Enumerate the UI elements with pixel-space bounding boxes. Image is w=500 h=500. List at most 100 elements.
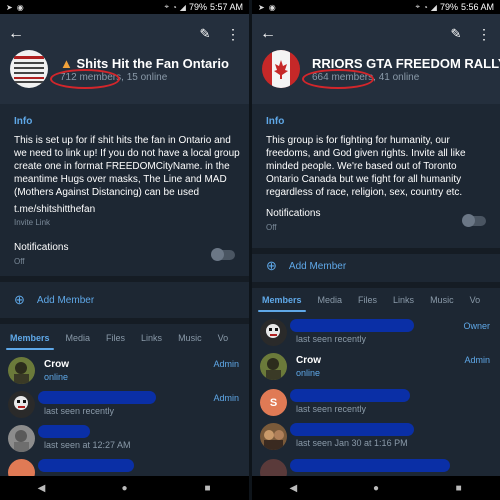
member-role-badge: Admin xyxy=(464,355,490,365)
member-avatar xyxy=(260,319,287,346)
redacted-name xyxy=(38,391,156,404)
member-role-badge: Admin xyxy=(213,393,239,403)
member-role-badge: Admin xyxy=(213,359,239,369)
tab-members[interactable]: Members xyxy=(6,333,53,350)
tab-links[interactable]: Links xyxy=(393,295,414,305)
add-member-section: ⊕ Add Member xyxy=(0,282,249,318)
location-icon: ⌖ xyxy=(415,2,420,11)
highlight-circle xyxy=(50,69,120,89)
member-row[interactable]: last seen Jan 30 at 1:16 PM xyxy=(252,420,500,452)
member-avatar xyxy=(8,357,35,384)
add-member-label: Add Member xyxy=(36,294,95,306)
left-screen: ➤ ◉ ⌖ ◔ ◢ 79% 5:57 AM ← ✎ ⋮ ▲ Shits Hit … xyxy=(0,0,249,500)
member-name: Crow xyxy=(296,355,321,366)
nav-home-icon[interactable]: ● xyxy=(117,480,133,496)
back-arrow-icon[interactable]: ← xyxy=(8,24,28,44)
add-member-section: ⊕ Add Member xyxy=(252,254,500,284)
android-nav-bar: ◀ ● ■ xyxy=(0,476,249,500)
tab-media[interactable]: Media xyxy=(66,333,91,343)
tab-music[interactable]: Music xyxy=(430,295,454,305)
tab-voice[interactable]: Vo xyxy=(218,333,229,343)
notifications-value: Off xyxy=(266,223,277,232)
tab-links[interactable]: Links xyxy=(141,333,162,343)
more-options-icon[interactable]: ⋮ xyxy=(223,24,243,44)
tab-files[interactable]: Files xyxy=(106,333,125,343)
wifi-icon: ◔ xyxy=(422,2,428,12)
android-nav-bar: ◀ ● ■ xyxy=(252,476,500,500)
invite-link-label: Invite Link xyxy=(14,218,51,227)
notification-icon: ◉ xyxy=(16,2,24,12)
edit-pencil-icon[interactable]: ✎ xyxy=(195,24,215,44)
add-member-button[interactable]: ⊕ Add Member xyxy=(266,258,346,274)
member-status: last seen recently xyxy=(296,404,367,414)
redacted-name xyxy=(290,459,450,472)
battery-level: 79% xyxy=(188,2,207,12)
member-row[interactable]: last seen recently Admin xyxy=(0,388,249,420)
member-avatar: S xyxy=(260,389,287,416)
redacted-name xyxy=(38,459,134,472)
member-row[interactable]: Crow online Admin xyxy=(252,350,500,382)
member-status: online xyxy=(44,372,69,382)
signal-icon: ◢ xyxy=(430,2,437,12)
add-member-button[interactable]: ⊕ Add Member xyxy=(14,292,94,308)
group-header: ← ✎ ⋮ RRIORS GTA FREEDOM RALLY W 664 mem… xyxy=(252,14,500,104)
notifications-label: Notifications xyxy=(14,242,69,253)
telegram-notification-icon: ➤ xyxy=(258,2,265,12)
member-avatar xyxy=(8,425,35,452)
edit-pencil-icon[interactable]: ✎ xyxy=(446,24,466,44)
info-heading: Info xyxy=(266,116,285,127)
member-status: online xyxy=(296,368,321,378)
section-divider xyxy=(0,318,249,324)
redacted-name xyxy=(290,319,414,332)
battery-level: 79% xyxy=(439,2,458,12)
member-row[interactable]: last seen recently Owner xyxy=(252,316,500,348)
media-tabs: Members Media Files Links Music Vo xyxy=(0,326,249,350)
right-screen: ➤ ◉ ⌖ ◔ ◢ 79% 5:56 AM ← ✎ ⋮ RRIORS GTA F… xyxy=(252,0,500,500)
member-avatar xyxy=(8,391,35,418)
member-initial: S xyxy=(269,396,278,409)
redacted-name xyxy=(38,425,90,438)
group-description: This is set up for if shit hits the fan … xyxy=(14,135,240,198)
member-row[interactable]: last seen at 12:27 AM xyxy=(0,422,249,454)
member-avatar xyxy=(260,353,287,380)
member-status: last seen Jan 30 at 1:16 PM xyxy=(296,438,408,448)
member-name: Crow xyxy=(44,359,69,370)
tab-files[interactable]: Files xyxy=(358,295,377,305)
nav-recents-icon[interactable]: ■ xyxy=(451,480,467,496)
notification-icon: ◉ xyxy=(268,2,276,12)
group-avatar[interactable] xyxy=(262,50,300,88)
add-user-icon: ⊕ xyxy=(14,292,25,307)
wifi-icon: ◔ xyxy=(171,2,177,12)
status-bar: ➤ ◉ ⌖ ◔ ◢ 79% 5:57 AM xyxy=(0,0,249,14)
nav-recents-icon[interactable]: ■ xyxy=(200,480,216,496)
add-member-label: Add Member xyxy=(288,260,347,272)
member-status: last seen recently xyxy=(296,334,367,344)
member-status: last seen at 12:27 AM xyxy=(44,440,131,450)
clock: 5:57 AM xyxy=(209,2,243,12)
notifications-toggle[interactable] xyxy=(462,214,486,227)
nav-back-icon[interactable]: ◀ xyxy=(285,480,301,496)
more-options-icon[interactable]: ⋮ xyxy=(474,24,494,44)
nav-back-icon[interactable]: ◀ xyxy=(34,480,50,496)
tab-voice[interactable]: Vo xyxy=(470,295,481,305)
member-role-badge: Owner xyxy=(463,321,490,331)
member-row[interactable]: Crow online Admin xyxy=(0,354,249,386)
notifications-label: Notifications xyxy=(266,208,321,219)
notifications-toggle[interactable] xyxy=(211,248,235,261)
notifications-value: Off xyxy=(14,257,25,266)
group-avatar[interactable] xyxy=(10,50,48,88)
member-status: last seen recently xyxy=(44,406,115,416)
info-heading: Info xyxy=(14,116,33,127)
clock: 5:56 AM xyxy=(460,2,494,12)
info-section: Info This is set up for if shit hits the… xyxy=(0,104,249,276)
member-row[interactable]: S last seen recently xyxy=(252,386,500,418)
tab-members[interactable]: Members xyxy=(258,295,305,312)
back-arrow-icon[interactable]: ← xyxy=(260,24,280,44)
tab-music[interactable]: Music xyxy=(178,333,202,343)
info-section: Info This group is for fighting for huma… xyxy=(252,104,500,248)
nav-home-icon[interactable]: ● xyxy=(368,480,384,496)
tab-media[interactable]: Media xyxy=(318,295,343,305)
member-avatar xyxy=(260,423,287,450)
redacted-name xyxy=(290,389,410,402)
invite-link[interactable]: t.me/shitshitthefan xyxy=(14,204,95,215)
